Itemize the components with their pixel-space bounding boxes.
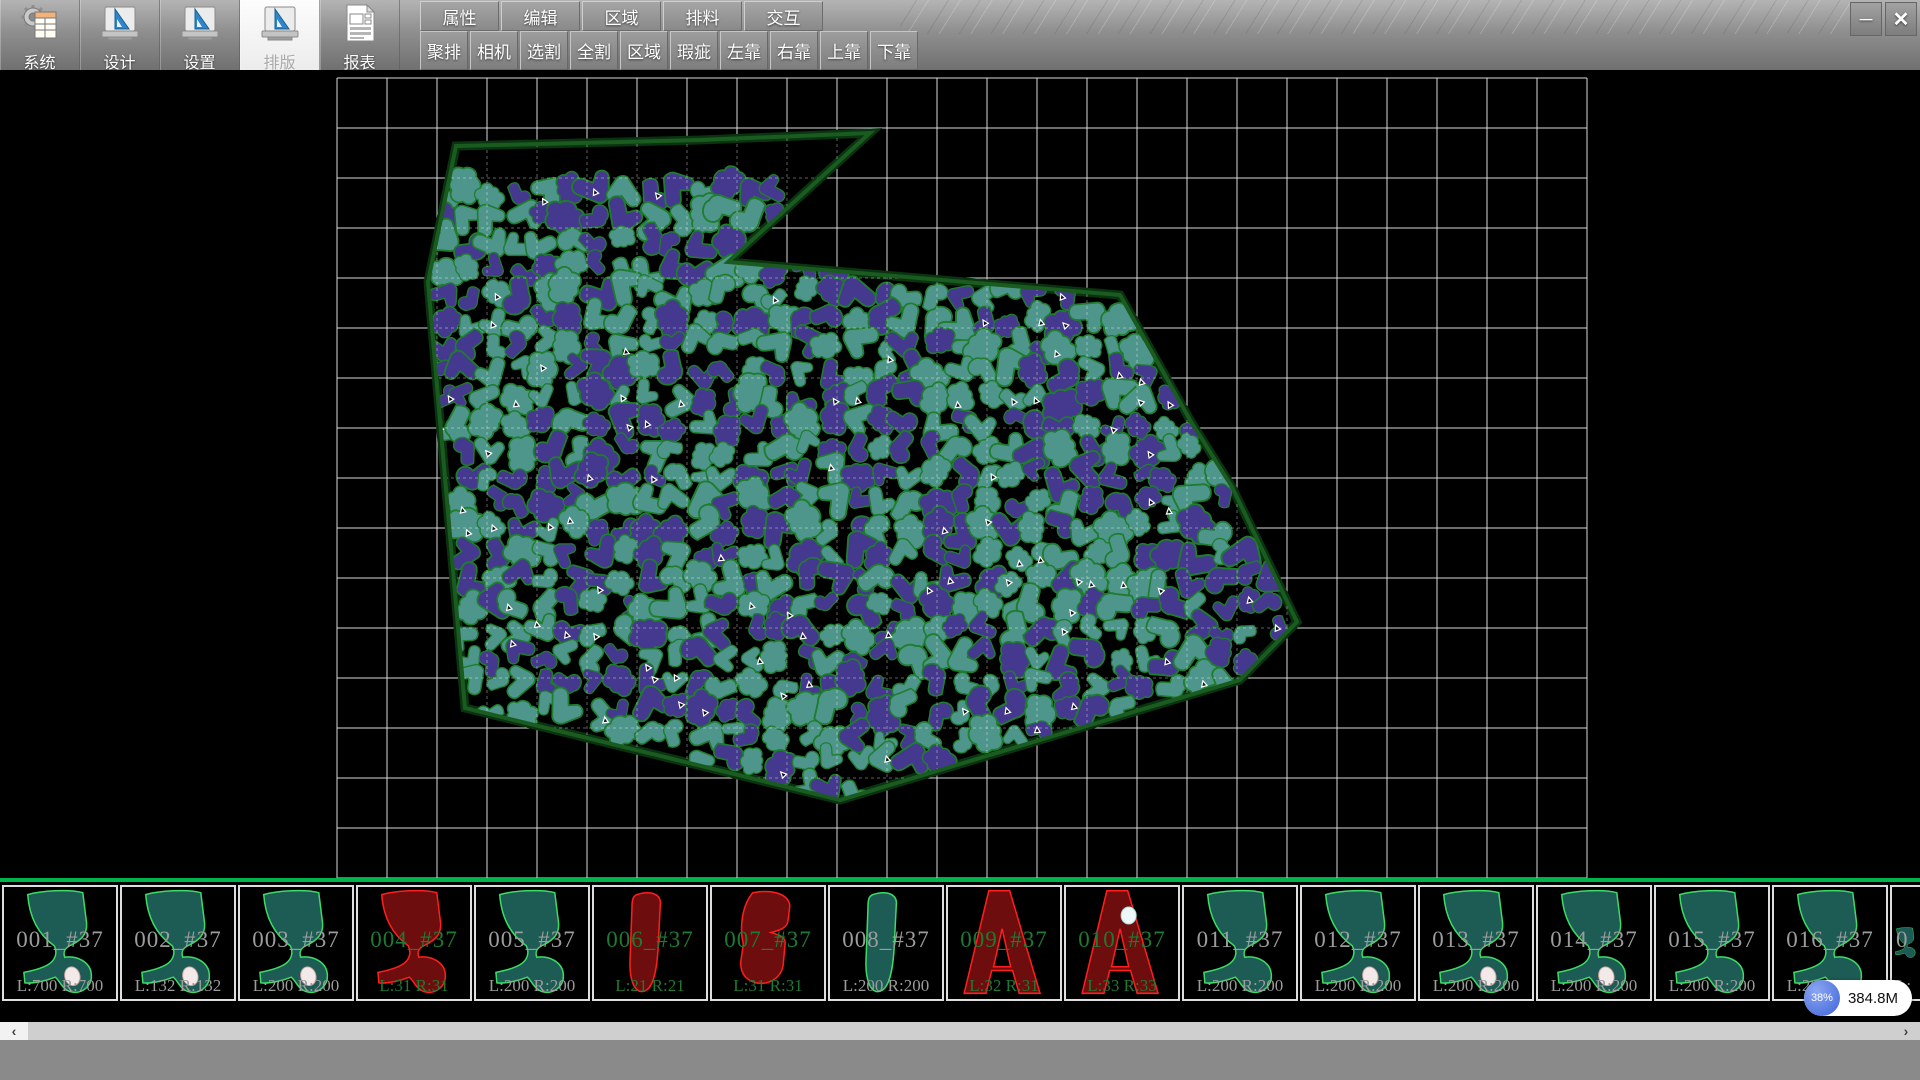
piece-shape <box>1656 887 1768 999</box>
piece-thumbnail-1[interactable]: 001_#37 L:700 R:700 <box>2 885 118 1001</box>
scroll-right-button[interactable]: › <box>1892 1022 1920 1040</box>
app-button-1[interactable]: 系统 <box>0 0 80 70</box>
horizontal-scrollbar[interactable]: ‹ › <box>0 1022 1920 1040</box>
app-button-4[interactable]: 排版 <box>240 0 320 70</box>
piece-thumbnail-4[interactable]: 004_#37 L:31 R:31 <box>356 885 472 1001</box>
tool-button-5[interactable]: 区域 <box>620 31 668 70</box>
piece-thumbnail-6[interactable]: 006_#37 L:21 R:21 <box>592 885 708 1001</box>
toolbar-texture <box>900 0 1850 34</box>
piece-thumbnail-3[interactable]: 003_#37 L:200 R:200 <box>238 885 354 1001</box>
piece-thumbnail-14[interactable]: 014_#37 L:200 R:200 <box>1536 885 1652 1001</box>
system-gear-icon <box>20 0 60 48</box>
minimize-button[interactable]: ─ <box>1850 2 1882 36</box>
tool-button-1[interactable]: 聚排 <box>420 31 468 70</box>
piece-thumbnail-2[interactable]: 002_#37 L:132 R:132 <box>120 885 236 1001</box>
nesting-canvas[interactable] <box>0 70 1920 878</box>
piece-shape <box>358 887 470 999</box>
piece-shape <box>594 887 706 999</box>
piece-thumbnail-9[interactable]: 009_#37 L:32 R:31 <box>946 885 1062 1001</box>
tool-button-6[interactable]: 瑕疵 <box>670 31 718 70</box>
app-button-3[interactable]: 设置 <box>160 0 240 70</box>
piece-shape <box>1302 887 1414 999</box>
piece-shape <box>122 887 234 999</box>
piece-shape <box>830 887 942 999</box>
nesting-drawing <box>0 70 1920 878</box>
tool-buttons: 聚排相机选割全割区域瑕疵左靠右靠上靠下靠 <box>420 31 918 69</box>
piece-thumbnail-15[interactable]: 015_#37 L:200 R:200 <box>1654 885 1770 1001</box>
app-button-5[interactable]: 报表 <box>320 0 400 70</box>
piece-shape <box>4 887 116 999</box>
tool-button-9[interactable]: 上靠 <box>820 31 868 70</box>
tool-button-7[interactable]: 左靠 <box>720 31 768 70</box>
piece-filmstrip: 001_#37 L:700 R:700 002_#37 L:132 R:132 … <box>0 882 1920 1022</box>
app-button-2[interactable]: 设计 <box>80 0 160 70</box>
tool-button-2[interactable]: 相机 <box>470 31 518 70</box>
piece-shape <box>1066 887 1178 999</box>
memory-usage-badge: 38% 384.8M <box>1804 980 1912 1016</box>
tool-button-10[interactable]: 下靠 <box>870 31 918 70</box>
piece-shape <box>240 887 352 999</box>
design-ruler-icon <box>100 0 140 48</box>
piece-shape <box>476 887 588 999</box>
menu-tabs: 属性编辑区域排料交互 <box>420 1 823 30</box>
main-toolbar: 系统 设计 设置 排版 <box>0 0 1920 71</box>
piece-shape <box>1184 887 1296 999</box>
piece-shape <box>1538 887 1650 999</box>
piece-thumbnail-12[interactable]: 012_#37 L:200 R:200 <box>1300 885 1416 1001</box>
piece-shape <box>948 887 1060 999</box>
piece-thumbnail-7[interactable]: 007_#37 L:31 R:31 <box>710 885 826 1001</box>
menu-tab-3[interactable]: 区域 <box>582 1 661 31</box>
piece-thumbnail-5[interactable]: 005_#37 L:200 R:200 <box>474 885 590 1001</box>
menu-tab-2[interactable]: 编辑 <box>501 1 580 31</box>
menu-tab-1[interactable]: 属性 <box>420 1 499 31</box>
close-button[interactable]: ✕ <box>1885 2 1917 36</box>
memory-value: 384.8M <box>1848 990 1898 1007</box>
piece-shape <box>712 887 824 999</box>
settings-ruler-icon <box>180 0 220 48</box>
piece-thumbnail-8[interactable]: 008_#37 L:200 R:200 <box>828 885 944 1001</box>
status-bar <box>0 1040 1920 1080</box>
piece-thumbnail-11[interactable]: 011_#37 L:200 R:200 <box>1182 885 1298 1001</box>
piece-thumbnail-10[interactable]: 010_#37 L:33 R:33 <box>1064 885 1180 1001</box>
progress-circle: 38% <box>1804 980 1840 1016</box>
tool-button-4[interactable]: 全割 <box>570 31 618 70</box>
menu-tab-4[interactable]: 排料 <box>663 1 742 31</box>
nesting-ruler-icon <box>260 0 300 48</box>
piece-shape <box>1420 887 1532 999</box>
tool-button-8[interactable]: 右靠 <box>770 31 818 70</box>
tool-button-3[interactable]: 选割 <box>520 31 568 70</box>
piece-thumbnail-13[interactable]: 013_#37 L:200 R:200 <box>1418 885 1534 1001</box>
menu-tab-5[interactable]: 交互 <box>744 1 823 31</box>
scroll-left-button[interactable]: ‹ <box>0 1022 28 1040</box>
report-doc-icon <box>340 0 380 48</box>
